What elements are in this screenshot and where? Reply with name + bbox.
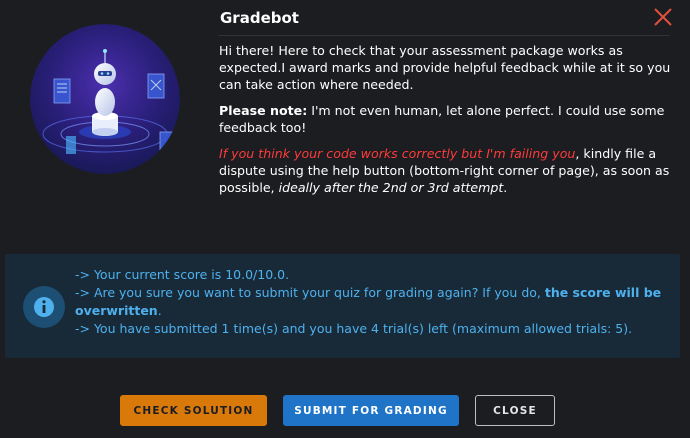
title-divider xyxy=(218,35,670,36)
confirm-end: . xyxy=(157,303,162,318)
dialog-title: Gradebot xyxy=(220,9,299,27)
intro-text: Hi there! Here to check that your assess… xyxy=(219,42,674,205)
close-icon[interactable] xyxy=(650,4,676,30)
attempts-line: -> You have submitted 1 time(s) and you … xyxy=(75,321,633,336)
dispute-paragraph: If you think your code works correctly b… xyxy=(219,145,674,196)
score-line: -> Your current score is 10.0/10.0. xyxy=(75,267,290,282)
info-box: -> Your current score is 10.0/10.0. -> A… xyxy=(5,254,680,358)
info-text: -> Your current score is 10.0/10.0. -> A… xyxy=(75,266,675,338)
info-icon xyxy=(23,286,65,328)
confirm-line: -> Are you sure you want to submit your … xyxy=(75,284,675,320)
close-button[interactable]: CLOSE xyxy=(475,395,555,426)
note-paragraph: Please note: I'm not even human, let alo… xyxy=(219,102,674,136)
submit-for-grading-button[interactable]: SUBMIT FOR GRADING xyxy=(283,395,459,426)
dispute-end: . xyxy=(503,180,508,195)
dispute-italic: ideally after the 2nd or 3rd attempt xyxy=(278,180,504,195)
robot-illustration xyxy=(30,24,180,174)
note-bold: Please note: xyxy=(219,103,308,118)
intro-paragraph: Hi there! Here to check that your assess… xyxy=(219,43,671,92)
check-solution-button[interactable]: CHECK SOLUTION xyxy=(120,395,267,426)
dispute-warning: If you think your code works correctly b… xyxy=(219,146,576,161)
confirm-text: -> Are you sure you want to submit your … xyxy=(75,285,545,300)
